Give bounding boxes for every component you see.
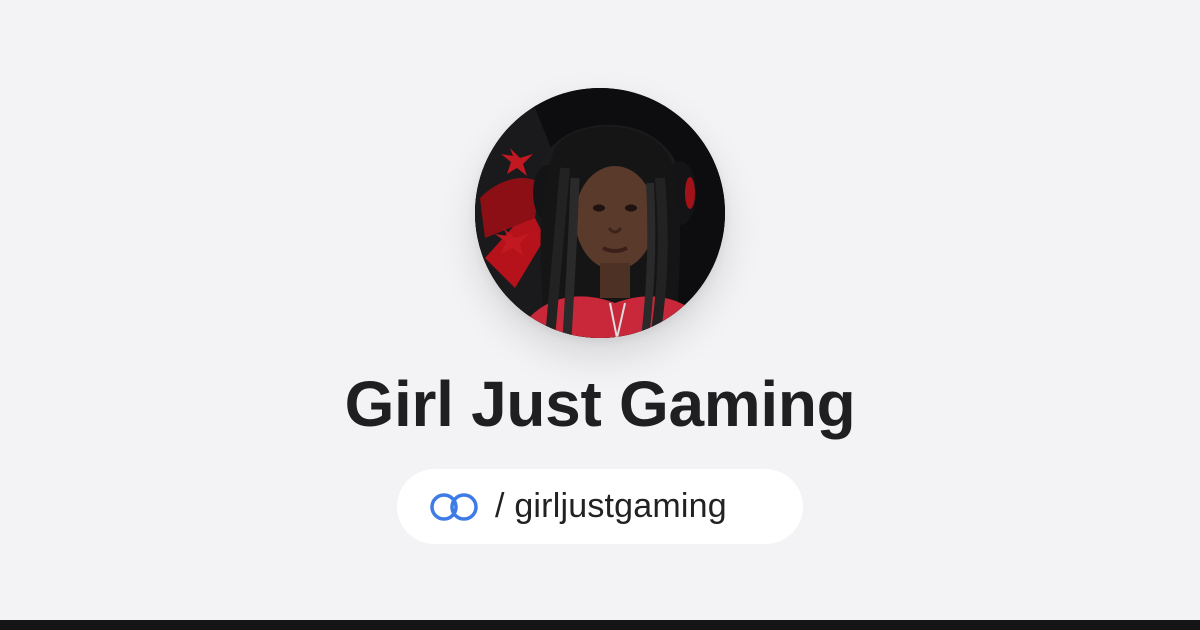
bottom-bar — [0, 620, 1200, 630]
handle-prefix: / — [495, 487, 505, 525]
profile-avatar — [475, 88, 725, 338]
profile-name: Girl Just Gaming — [344, 368, 856, 440]
avatar-photo — [475, 88, 725, 338]
linked-rings-icon — [430, 492, 478, 521]
profile-handle-link[interactable]: / girljustgaming — [397, 469, 803, 544]
handle-text: / girljustgaming — [495, 487, 727, 526]
handle-username: girljustgaming — [514, 487, 727, 525]
